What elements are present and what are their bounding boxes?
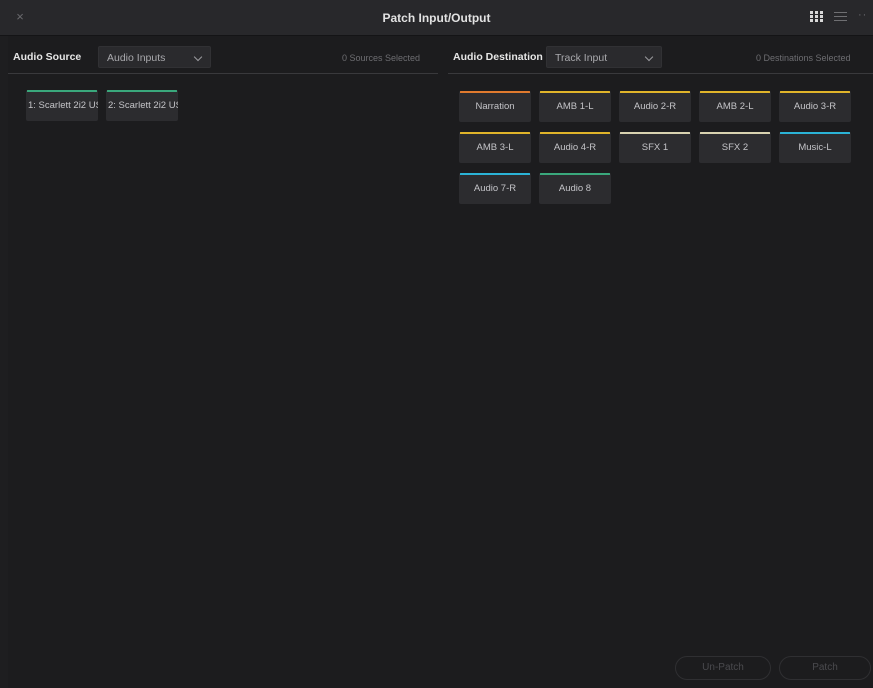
destination-tile[interactable]: Audio 8 bbox=[539, 173, 611, 204]
more-options-icon[interactable]: ·· bbox=[858, 9, 867, 21]
track-color-bar bbox=[620, 132, 690, 134]
destination-tile[interactable]: Audio 3-R bbox=[779, 91, 851, 122]
destination-tile-label: SFX 2 bbox=[721, 142, 749, 153]
destination-tile-label: AMB 3-L bbox=[476, 142, 514, 153]
destination-tile-label: Audio 7-R bbox=[473, 183, 517, 194]
destinations-selected-count: 0 Destinations Selected bbox=[756, 53, 851, 63]
destination-tile-label: SFX 1 bbox=[641, 142, 669, 153]
track-color-bar bbox=[460, 173, 530, 175]
track-color-bar bbox=[700, 132, 770, 134]
destination-tile-label: AMB 2-L bbox=[716, 101, 754, 112]
source-label: Audio Source bbox=[13, 51, 82, 63]
chevron-down-icon bbox=[644, 52, 654, 62]
destination-tile[interactable]: Music-L bbox=[779, 132, 851, 163]
source-divider bbox=[8, 73, 438, 74]
destination-label: Audio Destination bbox=[453, 51, 543, 63]
track-color-bar bbox=[540, 173, 610, 175]
track-color-bar bbox=[460, 132, 530, 134]
destination-tile-label: Music-L bbox=[798, 142, 832, 153]
destination-tile[interactable]: Audio 4-R bbox=[539, 132, 611, 163]
destination-tile[interactable]: SFX 2 bbox=[699, 132, 771, 163]
destination-tile-label: Narration bbox=[475, 101, 515, 112]
destination-tile-label: Audio 8 bbox=[558, 183, 592, 194]
source-tile-label: 1: Scarlett 2i2 USB bbox=[28, 100, 98, 111]
track-color-bar bbox=[540, 132, 610, 134]
chevron-down-icon bbox=[193, 52, 203, 62]
patch-panel: Audio Source Audio Inputs 0 Sources Sele… bbox=[8, 36, 873, 688]
source-tile[interactable]: 1: Scarlett 2i2 USB bbox=[26, 90, 98, 121]
destination-tile[interactable]: Audio 2-R bbox=[619, 91, 691, 122]
source-dropdown[interactable]: Audio Inputs bbox=[98, 46, 211, 68]
source-tile[interactable]: 2: Scarlett 2i2 USB bbox=[106, 90, 178, 121]
track-color-bar bbox=[460, 91, 530, 93]
destination-tile-label: Audio 2-R bbox=[633, 101, 677, 112]
patch-button[interactable]: Patch bbox=[779, 656, 871, 680]
destination-dropdown[interactable]: Track Input bbox=[546, 46, 662, 68]
destination-tile[interactable]: AMB 1-L bbox=[539, 91, 611, 122]
track-color-bar bbox=[780, 91, 850, 93]
destination-tile[interactable]: SFX 1 bbox=[619, 132, 691, 163]
destination-tile[interactable]: AMB 3-L bbox=[459, 132, 531, 163]
destination-tile-label: Audio 3-R bbox=[793, 101, 837, 112]
track-color-bar bbox=[107, 90, 177, 92]
sources-selected-count: 0 Sources Selected bbox=[342, 53, 421, 63]
track-color-bar bbox=[620, 91, 690, 93]
source-tile-label: 2: Scarlett 2i2 USB bbox=[108, 100, 178, 111]
window-title: Patch Input/Output bbox=[382, 11, 491, 25]
track-color-bar bbox=[780, 132, 850, 134]
grid-view-icon[interactable] bbox=[810, 11, 824, 23]
destination-divider bbox=[448, 73, 873, 74]
destination-header: Audio Destination Track Input 0 Destinat… bbox=[448, 36, 873, 74]
title-bar: × Patch Input/Output ·· bbox=[0, 0, 873, 36]
track-color-bar bbox=[700, 91, 770, 93]
list-view-icon[interactable] bbox=[834, 11, 847, 23]
destination-tile[interactable]: AMB 2-L bbox=[699, 91, 771, 122]
destination-tile[interactable]: Audio 7-R bbox=[459, 173, 531, 204]
destination-dropdown-value: Track Input bbox=[555, 52, 608, 64]
track-color-bar bbox=[540, 91, 610, 93]
destination-tile[interactable]: Narration bbox=[459, 91, 531, 122]
destination-tile-label: Audio 4-R bbox=[553, 142, 597, 153]
destination-tile-label: AMB 1-L bbox=[556, 101, 594, 112]
source-dropdown-value: Audio Inputs bbox=[107, 52, 166, 64]
unpatch-button[interactable]: Un-Patch bbox=[675, 656, 771, 680]
track-color-bar bbox=[27, 90, 97, 92]
source-header: Audio Source Audio Inputs 0 Sources Sele… bbox=[8, 36, 438, 74]
